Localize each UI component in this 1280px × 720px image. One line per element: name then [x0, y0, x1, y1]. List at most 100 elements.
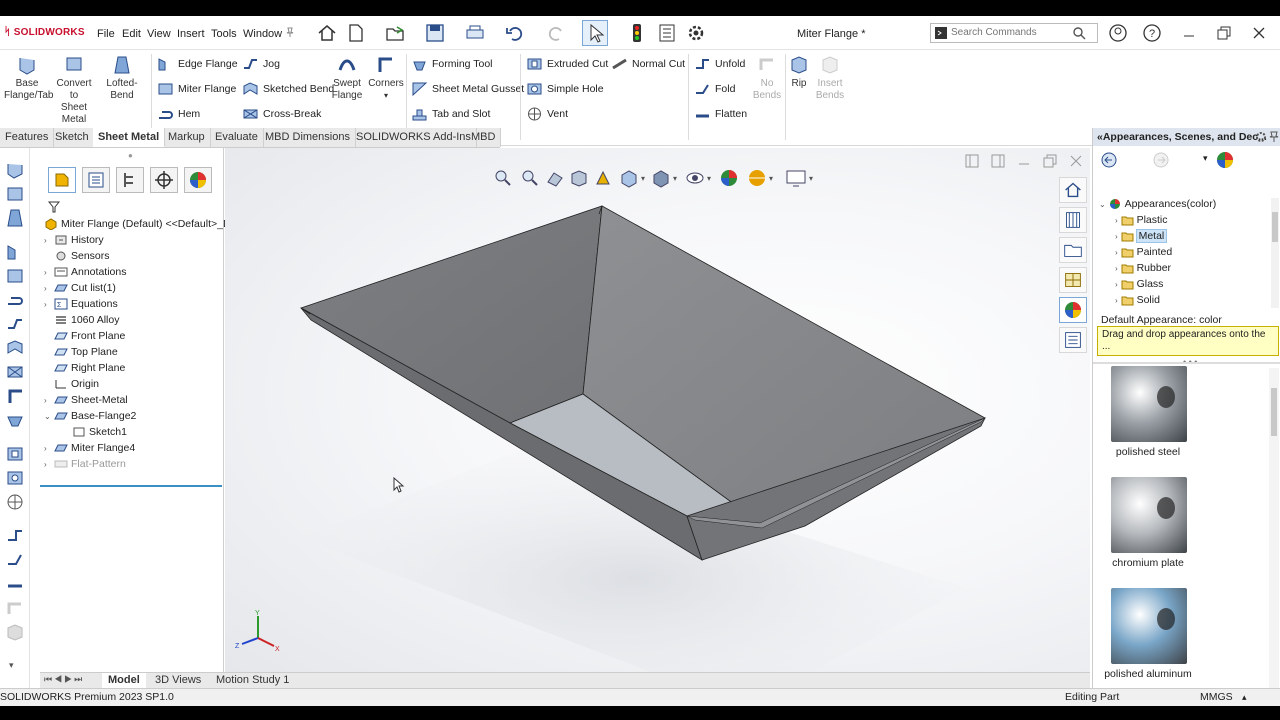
- tab-markup[interactable]: Markup: [163, 128, 211, 147]
- menu-tools[interactable]: Tools: [211, 28, 237, 40]
- tree-item[interactable]: › Flat-Pattern: [44, 456, 126, 472]
- save-icon[interactable]: [424, 22, 446, 44]
- cross-break-icon[interactable]: [5, 362, 25, 382]
- tree-item[interactable]: Origin: [44, 376, 99, 392]
- flatten-icon[interactable]: [5, 574, 25, 594]
- extruded-cut-button[interactable]: Extruded Cut: [526, 54, 608, 74]
- search-commands[interactable]: [930, 23, 1098, 43]
- expand-toggle-icon[interactable]: ›: [44, 441, 54, 457]
- appearance-category[interactable]: › Metal: [1115, 228, 1168, 244]
- simple-hole-button[interactable]: Simple Hole: [526, 79, 604, 99]
- appearance-category[interactable]: › Glass: [1115, 276, 1163, 292]
- minimize-icon[interactable]: [1178, 22, 1200, 44]
- menu-window[interactable]: Window: [243, 28, 282, 40]
- miter-flange-icon[interactable]: [5, 266, 25, 286]
- no-bends-icon[interactable]: [5, 598, 25, 618]
- tab-features[interactable]: Features: [0, 128, 55, 147]
- rip-icon[interactable]: [5, 622, 25, 642]
- hem-icon[interactable]: [5, 290, 25, 310]
- back-arrow-icon[interactable]: [1101, 152, 1117, 168]
- expand-toggle-icon[interactable]: ›: [44, 393, 54, 409]
- expand-toggle-icon[interactable]: ›: [1115, 248, 1118, 257]
- edge-flange-icon[interactable]: [5, 242, 25, 262]
- property-manager-tab[interactable]: [82, 167, 110, 193]
- tab-and-slot-button[interactable]: Tab and Slot: [411, 104, 490, 124]
- appearance-ball-icon[interactable]: [1215, 150, 1235, 170]
- flatten-button[interactable]: Flatten: [694, 104, 747, 124]
- no-bends-button[interactable]: No Bends: [752, 54, 782, 102]
- graphics-area[interactable]: ▾ ▾ ▾ ▾ ▾ Y X Z: [225, 148, 1090, 688]
- expand-toggle-icon[interactable]: ›: [1115, 296, 1118, 305]
- jog-button[interactable]: Jog: [242, 54, 280, 74]
- convert-to-sheet-metal-button[interactable]: Convert to Sheet Metal: [54, 54, 94, 126]
- sketched-bend-icon[interactable]: [5, 338, 25, 358]
- appearances-root[interactable]: ⌄ Appearances(color): [1099, 196, 1216, 212]
- view-palette-icon[interactable]: [1059, 267, 1087, 293]
- swept-flange-button[interactable]: Swept Flange: [330, 54, 364, 102]
- edge-flange-button[interactable]: Edge Flange: [157, 54, 238, 74]
- restore-icon[interactable]: [1213, 22, 1235, 44]
- appearance-category[interactable]: › Plastic: [1115, 212, 1168, 228]
- vent-icon[interactable]: [5, 492, 25, 512]
- swatch-scrollbar[interactable]: [1269, 368, 1279, 688]
- base-flange-icon[interactable]: [5, 160, 25, 180]
- miter-flange-button[interactable]: Miter Flange: [157, 79, 236, 99]
- forming-tool-button[interactable]: Forming Tool: [411, 54, 493, 74]
- model-tray[interactable]: [225, 148, 1090, 688]
- forward-arrow-icon[interactable]: [1153, 152, 1169, 168]
- hem-button[interactable]: Hem: [157, 104, 200, 124]
- close-icon[interactable]: [1248, 22, 1270, 44]
- unfold-icon[interactable]: [5, 526, 25, 546]
- expand-toggle-icon[interactable]: ›: [44, 233, 54, 249]
- select-tool-button[interactable]: [582, 20, 608, 46]
- print-icon[interactable]: [464, 22, 486, 44]
- expand-toggle-icon[interactable]: ›: [44, 265, 54, 281]
- appearance-swatch[interactable]: [1111, 366, 1187, 442]
- base-flange-button[interactable]: Base Flange/Tab: [4, 54, 53, 102]
- tree-item[interactable]: Right Plane: [44, 360, 125, 376]
- rollback-bar[interactable]: [40, 485, 222, 487]
- tree-scrollbar[interactable]: [1271, 198, 1279, 308]
- rip-button[interactable]: Rip: [788, 54, 810, 90]
- appearances-tab[interactable]: [1059, 297, 1087, 323]
- tree-item[interactable]: 1060 Alloy: [44, 312, 119, 328]
- open-icon[interactable]: [384, 22, 406, 44]
- design-library-icon[interactable]: [1059, 207, 1087, 233]
- redo-icon[interactable]: [545, 22, 567, 44]
- expand-toggle-icon[interactable]: ›: [1115, 232, 1118, 241]
- home-icon[interactable]: [1059, 177, 1087, 203]
- tree-item[interactable]: › Sheet-Metal: [44, 392, 128, 408]
- forming-tool-icon[interactable]: [5, 410, 25, 430]
- file-properties-icon[interactable]: [656, 22, 678, 44]
- jog-icon[interactable]: [5, 314, 25, 334]
- extruded-cut-icon[interactable]: [5, 444, 25, 464]
- tree-item[interactable]: › Annotations: [44, 264, 126, 280]
- tab-model[interactable]: Model: [102, 673, 146, 688]
- display-manager-tab[interactable]: [184, 167, 212, 193]
- pin-icon[interactable]: [1269, 131, 1279, 143]
- splitter[interactable]: [1093, 362, 1280, 364]
- undo-icon[interactable]: [504, 22, 526, 44]
- user-icon[interactable]: [1107, 22, 1129, 44]
- menu-insert[interactable]: Insert: [177, 28, 205, 40]
- expand-toggle-icon[interactable]: ›: [44, 281, 54, 297]
- tree-item[interactable]: Top Plane: [44, 344, 118, 360]
- expand-toggle-icon[interactable]: ›: [1115, 216, 1118, 225]
- expand-toggle-icon[interactable]: ›: [1115, 264, 1118, 273]
- expand-toggle-icon[interactable]: ›: [44, 457, 54, 473]
- sheet-metal-gusset-button[interactable]: Sheet Metal Gusset: [411, 79, 524, 99]
- chevron-down-icon[interactable]: ▾: [1203, 153, 1208, 164]
- appearance-swatch[interactable]: [1111, 588, 1187, 664]
- corners-button[interactable]: Corners ▾: [368, 54, 404, 102]
- search-input[interactable]: [951, 27, 1071, 38]
- chevron-down-icon[interactable]: ▾: [384, 91, 388, 100]
- tab-sketch[interactable]: Sketch: [50, 128, 95, 147]
- search-icon[interactable]: [1073, 27, 1086, 40]
- feature-manager-tab[interactable]: [48, 167, 76, 193]
- simple-hole-icon[interactable]: [5, 468, 25, 488]
- expand-toggle-icon[interactable]: ⌄: [44, 409, 54, 425]
- vent-button[interactable]: Vent: [526, 104, 568, 124]
- normal-cut-button[interactable]: Normal Cut: [611, 54, 685, 74]
- chevron-up-icon[interactable]: ▴: [1242, 689, 1247, 706]
- tab-mbd[interactable]: MBD: [466, 128, 502, 147]
